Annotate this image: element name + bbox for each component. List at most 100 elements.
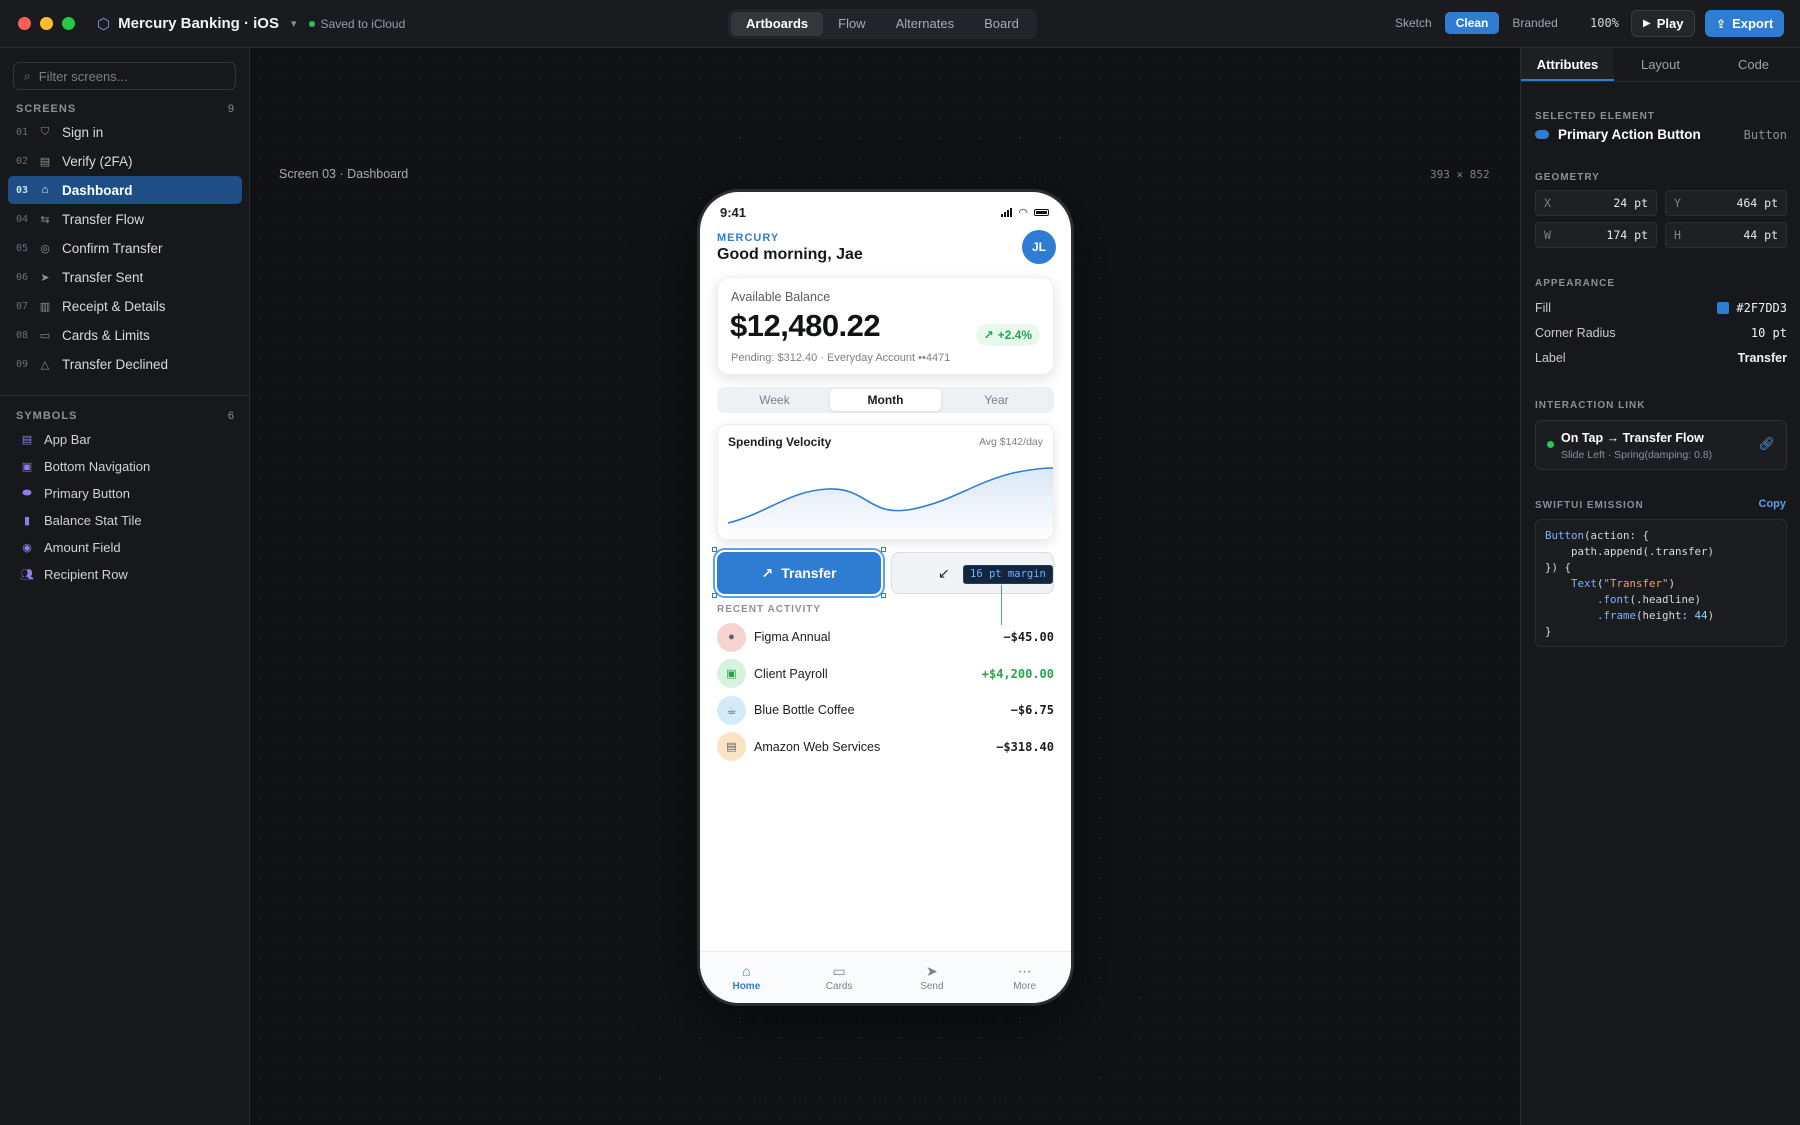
spending-chart-card[interactable]: Spending Velocity Avg $142/day xyxy=(717,424,1054,540)
play-label: Play xyxy=(1656,16,1684,31)
mode-tab-flow[interactable]: Flow xyxy=(823,12,880,36)
fill-swatch[interactable] xyxy=(1717,302,1730,314)
transaction-row[interactable]: ● Figma Annual −$45.00 xyxy=(717,622,1054,652)
screen-number: 09 xyxy=(15,358,28,370)
style-option-clean[interactable]: Clean xyxy=(1444,12,1500,34)
symbols-count: 6 xyxy=(227,410,234,422)
receipt-icon: ▥ xyxy=(39,300,51,313)
interaction-link-card[interactable]: On Tap → Transfer Flow Slide Left · Spri… xyxy=(1535,420,1787,470)
screen-item[interactable]: 07 ▥ Receipt & Details xyxy=(8,292,242,320)
selected-element-type: Button xyxy=(1743,127,1787,142)
geometry-y-field[interactable]: Y 464 pt xyxy=(1665,190,1787,216)
symbol-item[interactable]: ▤ App Bar xyxy=(20,432,91,447)
transaction-row[interactable]: ▣ Client Payroll +$4,200.00 xyxy=(717,659,1054,689)
selection-handle[interactable] xyxy=(712,547,717,552)
link-icon[interactable]: 🔗︎ xyxy=(1758,436,1775,452)
segment-month[interactable]: Month xyxy=(830,389,941,411)
transaction-amount: −$45.00 xyxy=(1003,630,1054,644)
more-icon: ⋯ xyxy=(1017,963,1032,979)
inspector-tab-layout[interactable]: Layout xyxy=(1614,48,1707,81)
transaction-row[interactable]: ☕︎ Blue Bottle Coffee −$6.75 xyxy=(717,695,1054,725)
zoom-window-button[interactable] xyxy=(62,17,75,30)
server-icon: ▤ xyxy=(717,732,746,761)
balance-card[interactable]: Available Balance $12,480.22 ↗ +2.4% Pen… xyxy=(717,277,1054,375)
interaction-main: On Tap → Transfer Flow xyxy=(1561,431,1704,445)
inspector-tab-attributes[interactable]: Attributes xyxy=(1521,48,1614,81)
style-option-branded[interactable]: Branded xyxy=(1501,12,1568,34)
symbol-item[interactable]: ▣ Bottom Navigation xyxy=(20,459,150,474)
symbol-item[interactable]: ⬬ Primary Button xyxy=(20,486,130,501)
symbol-item[interactable]: 👥︎ Recipient Row xyxy=(20,567,128,582)
close-window-button[interactable] xyxy=(18,17,31,30)
y-value: 464 pt xyxy=(1736,196,1778,210)
selection-handle[interactable] xyxy=(881,547,886,552)
mode-tab-board[interactable]: Board xyxy=(969,12,1034,36)
mode-tab-artboards[interactable]: Artboards xyxy=(731,12,824,36)
corner-radius-row[interactable]: Corner Radius 10 pt xyxy=(1535,326,1787,340)
balance-change-badge: ↗ +2.4% xyxy=(975,324,1040,346)
w-value: 174 pt xyxy=(1606,228,1648,242)
fill-row[interactable]: Fill #2F7DD3 xyxy=(1535,301,1787,315)
phone-artboard[interactable]: 9:41 ◠ MERCURY Good morning, Jae JL Avai… xyxy=(697,189,1074,1006)
screen-label: Transfer Flow xyxy=(62,211,145,227)
code-icon: ▤ xyxy=(39,155,51,168)
screen-item[interactable]: 03 ⌂ Dashboard xyxy=(8,176,242,204)
copy-code-button[interactable]: Copy xyxy=(1759,498,1787,510)
screen-item[interactable]: 09 △ Transfer Declined xyxy=(8,350,242,378)
search-icon: ⌕ xyxy=(24,68,31,83)
save-status: Saved to iCloud xyxy=(308,16,406,31)
style-option-sketch[interactable]: Sketch xyxy=(1384,12,1443,34)
code-line: .font(.headline) xyxy=(1597,593,1702,606)
screen-number: 08 xyxy=(15,329,28,341)
balance-amount: $12,480.22 xyxy=(730,308,881,343)
code-line: Button(action: { xyxy=(1545,529,1650,542)
greeting: Good morning, Jae xyxy=(717,246,863,263)
symbol-item[interactable]: ◉ Amount Field xyxy=(20,540,120,555)
minimize-window-button[interactable] xyxy=(40,17,53,30)
swiftui-code-block[interactable]: Button(action: { path.append(.transfer)}… xyxy=(1535,519,1787,647)
tab-label: Home xyxy=(732,981,761,992)
geometry-h-field[interactable]: H 44 pt xyxy=(1665,222,1787,248)
screen-item[interactable]: 04 ⇆ Transfer Flow xyxy=(8,205,242,233)
avatar[interactable]: JL xyxy=(1022,230,1056,264)
transaction-row[interactable]: ▤ Amazon Web Services −$318.40 xyxy=(717,732,1054,762)
geometry-w-field[interactable]: W 174 pt xyxy=(1535,222,1657,248)
screen-item[interactable]: 02 ▤ Verify (2FA) xyxy=(8,147,242,175)
screen-item[interactable]: 06 ➤ Transfer Sent xyxy=(8,263,242,291)
symbol-item[interactable]: ▮ Balance Stat Tile xyxy=(20,513,142,528)
balance-subtext: Pending: $312.40 · Everyday Account ••44… xyxy=(731,352,951,364)
segment-year[interactable]: Year xyxy=(941,389,1052,411)
selection-handle[interactable] xyxy=(712,593,717,598)
tab-send[interactable]: ➤ Send xyxy=(886,952,979,1003)
geometry-x-field[interactable]: X 24 pt xyxy=(1535,190,1657,216)
tab-label: More xyxy=(1013,981,1037,992)
transfer-button[interactable]: ↗ Transfer xyxy=(713,548,885,598)
h-label: H xyxy=(1674,228,1681,242)
project-switcher[interactable]: ⬡ Mercury Banking · iOS ▾ xyxy=(97,15,297,33)
play-button[interactable]: ▶ Play xyxy=(1631,10,1696,37)
screen-label: Verify (2FA) xyxy=(62,153,133,169)
tab-more[interactable]: ⋯ More xyxy=(978,952,1071,1003)
screen-number: 06 xyxy=(15,271,28,283)
filter-input[interactable]: ⌕ Filter screens... xyxy=(13,62,236,90)
export-button[interactable]: ⇪ Export xyxy=(1705,10,1785,37)
wifi-icon: ◠ xyxy=(1018,207,1028,219)
save-status-label: Saved to iCloud xyxy=(320,16,406,31)
inspector-tab-code[interactable]: Code xyxy=(1707,48,1800,81)
chart-title: Spending Velocity xyxy=(728,435,832,449)
transaction-name: Blue Bottle Coffee xyxy=(754,703,855,717)
zoom-level[interactable]: 100% xyxy=(1590,16,1619,30)
corner-radius-label: Corner Radius xyxy=(1535,326,1616,340)
selection-handle[interactable] xyxy=(881,593,886,598)
home-icon: ⌂ xyxy=(41,184,49,196)
label-row[interactable]: Label Transfer xyxy=(1535,351,1787,365)
mode-tab-alternates[interactable]: Alternates xyxy=(881,12,970,36)
screen-number: 04 xyxy=(15,213,28,225)
screen-item[interactable]: 01 ⛉ Sign in xyxy=(8,118,242,146)
screen-item[interactable]: 05 ◎ Confirm Transfer xyxy=(8,234,242,262)
tab-cards[interactable]: ▭ Cards xyxy=(793,952,886,1003)
selected-element-row[interactable]: Primary Action Button Button xyxy=(1535,127,1787,142)
segment-week[interactable]: Week xyxy=(719,389,830,411)
tab-home[interactable]: ⌂ Home xyxy=(700,952,793,1003)
screen-item[interactable]: 08 ▭ Cards & Limits xyxy=(8,321,242,349)
